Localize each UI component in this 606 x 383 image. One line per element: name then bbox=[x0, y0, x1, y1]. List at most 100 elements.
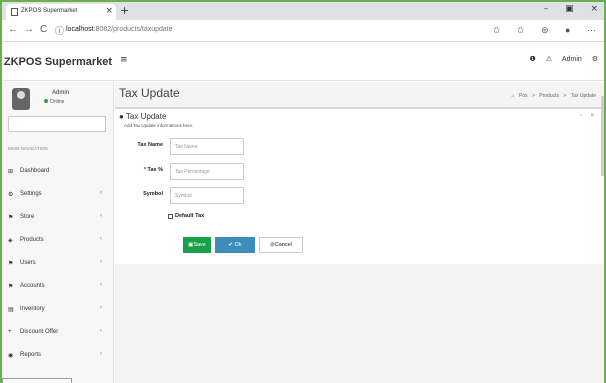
brand-logo[interactable]: ZKPOS Supermarket bbox=[2, 43, 114, 81]
card-subtitle: Add Tax Update informations here. bbox=[124, 123, 194, 128]
chevron-left-icon: ‹ bbox=[100, 213, 102, 219]
info-icon[interactable]: ❶ bbox=[529, 56, 535, 63]
sidebar-item-dashboard[interactable]: ⊞ Dashboard bbox=[8, 168, 108, 188]
sidebar-item-label: Settings bbox=[20, 191, 42, 197]
chevron-left-icon: ‹ bbox=[100, 305, 102, 311]
browser-tab-strip: ZKPOS Supermarket × + – ▣ × bbox=[2, 2, 604, 20]
tax-percent-input[interactable]: Tax Percentage bbox=[170, 163, 244, 180]
tab-title: ZKPOS Supermarket bbox=[21, 8, 78, 14]
chevron-left-icon: ‹ bbox=[100, 351, 102, 357]
tax-update-card: ● Tax Update Add Tax Update informations… bbox=[115, 107, 604, 264]
sidebar-item-accounts[interactable]: ⚑ Accounts ‹ bbox=[8, 282, 108, 303]
sidebar-search-input[interactable] bbox=[8, 116, 106, 132]
app-header: ZKPOS Supermarket ≡ ❶ ⚠ Admin ⚙ bbox=[2, 43, 604, 81]
ok-button[interactable]: ✔ Ok bbox=[215, 237, 255, 253]
collapse-icon[interactable]: − bbox=[579, 113, 583, 119]
online-dot-icon bbox=[44, 99, 48, 103]
tab-close-icon[interactable]: × bbox=[105, 6, 113, 16]
reload-icon[interactable]: C bbox=[40, 24, 47, 35]
breadcrumb-pos[interactable]: Pos bbox=[519, 93, 528, 99]
gear-icon: ⚙ bbox=[8, 192, 14, 198]
breadcrumb: ⌂ Pos > Products > Tax Update bbox=[509, 93, 596, 99]
sidebar-item-reports[interactable]: ◉ Reports ‹ bbox=[8, 351, 108, 372]
check-icon: ✔ bbox=[228, 242, 234, 248]
save-label: Save bbox=[193, 242, 206, 248]
circle-icon: ● bbox=[119, 112, 124, 121]
breadcrumb-separator: > bbox=[563, 93, 567, 99]
taskbar-fragment bbox=[2, 378, 72, 383]
user-name: Admin bbox=[52, 90, 70, 96]
cancel-button[interactable]: ⊘Cancel bbox=[259, 237, 303, 253]
main-content: Tax Update ⌂ Pos > Products > Tax Update… bbox=[115, 82, 604, 383]
ok-label: Ok bbox=[234, 242, 242, 248]
collections-icon[interactable]: ⊜ bbox=[541, 25, 549, 35]
close-icon[interactable]: × bbox=[590, 113, 594, 119]
chevron-left-icon: ‹ bbox=[100, 328, 102, 334]
maximize-button[interactable]: ▣ bbox=[565, 4, 574, 14]
default-tax-checkbox[interactable] bbox=[168, 214, 173, 219]
store-icon: ⚑ bbox=[8, 215, 14, 221]
sidebar-item-settings[interactable]: ⚙ Settings ‹ bbox=[8, 190, 108, 211]
sidebar-item-store[interactable]: ⚑ Store ‹ bbox=[8, 213, 108, 234]
url-path: :8082/products/taxupdate bbox=[93, 26, 173, 33]
profile-icon[interactable]: ● bbox=[565, 25, 570, 35]
notification-icon[interactable]: ⚠ bbox=[546, 56, 552, 63]
sidebar-item-label: Store bbox=[20, 214, 35, 220]
window-controls: – ▣ × bbox=[530, 4, 598, 14]
chevron-left-icon: ‹ bbox=[100, 190, 102, 196]
settings-gear-icon[interactable]: ⚙ bbox=[592, 56, 598, 63]
bookmark-icon[interactable]: ✩ bbox=[493, 25, 501, 35]
tax-percent-label-text: Tax % bbox=[147, 167, 164, 173]
url-host: localhost bbox=[66, 26, 94, 33]
sidebar-item-label: Reports bbox=[20, 352, 42, 358]
sidebar-item-label: Products bbox=[20, 237, 44, 243]
card-title: ● Tax Update bbox=[119, 112, 166, 121]
menu-toggle-icon[interactable]: ≡ bbox=[120, 55, 128, 65]
sidebar-item-label: Discount Offer bbox=[20, 329, 59, 335]
sidebar-item-products[interactable]: ◈ Products ‹ bbox=[8, 236, 108, 257]
chevron-left-icon: ‹ bbox=[100, 236, 102, 242]
browser-tab[interactable]: ZKPOS Supermarket × bbox=[6, 4, 116, 20]
sidebar-item-inventory[interactable]: ▤ Inventory ‹ bbox=[8, 305, 108, 326]
user-menu[interactable]: Admin bbox=[562, 56, 582, 63]
favorites-icon[interactable]: ✩ bbox=[517, 25, 525, 35]
symbol-label: Symbol bbox=[143, 191, 163, 197]
home-icon: ⌂ bbox=[511, 93, 515, 99]
inventory-icon: ▤ bbox=[8, 307, 14, 313]
chevron-left-icon: ‹ bbox=[100, 282, 102, 288]
card-title-text: Tax Update bbox=[125, 112, 167, 121]
reports-icon: ◉ bbox=[8, 353, 14, 359]
more-icon[interactable]: ··· bbox=[587, 25, 596, 35]
tax-name-input[interactable]: Tax Name bbox=[170, 138, 244, 155]
cancel-label: Cancel bbox=[274, 242, 292, 248]
sidebar-item-label: Accounts bbox=[20, 283, 45, 289]
url-field[interactable]: localhost:8082/products/taxupdate bbox=[66, 26, 173, 33]
save-button[interactable]: ▣Save bbox=[183, 237, 211, 253]
back-arrow-icon[interactable]: ← bbox=[8, 24, 18, 35]
required-marker: * bbox=[143, 167, 146, 173]
tax-percent-label: * Tax % bbox=[123, 167, 163, 173]
forward-arrow-icon[interactable]: → bbox=[24, 24, 34, 35]
sidebar-item-discount-offer[interactable]: + Discount Offer ‹ bbox=[8, 328, 108, 349]
new-tab-button[interactable]: + bbox=[120, 4, 129, 17]
sidebar-item-label: Inventory bbox=[20, 306, 45, 312]
breadcrumb-products[interactable]: Products bbox=[539, 93, 559, 99]
breadcrumb-current: Tax Update bbox=[570, 93, 596, 99]
user-status: Online bbox=[44, 99, 64, 105]
sidebar-item-users[interactable]: ⚑ Users ‹ bbox=[8, 259, 108, 280]
symbol-input[interactable]: Symbol bbox=[170, 187, 244, 204]
chevron-left-icon: ‹ bbox=[100, 259, 102, 265]
accounts-icon: ⚑ bbox=[8, 284, 14, 290]
user-status-label: Online bbox=[50, 99, 65, 105]
address-bar: ← → C ⓘ localhost:8082/products/taxupdat… bbox=[2, 20, 604, 42]
nav-heading: MAIN NAVIGATION bbox=[8, 146, 48, 151]
minimize-button[interactable]: – bbox=[544, 4, 549, 14]
sidebar: Admin Online MAIN NAVIGATION ⊞ Dashboard… bbox=[2, 82, 114, 383]
window-close-button[interactable]: × bbox=[590, 4, 598, 14]
tax-name-label: Tax Name bbox=[137, 142, 163, 148]
browser-toolbar: ✩ ✩ ⊜ ● ··· bbox=[479, 25, 596, 36]
products-icon: ◈ bbox=[8, 238, 13, 244]
scrollbar[interactable] bbox=[601, 96, 604, 176]
site-info-icon[interactable]: ⓘ bbox=[55, 24, 64, 37]
dashboard-icon: ⊞ bbox=[8, 169, 14, 175]
